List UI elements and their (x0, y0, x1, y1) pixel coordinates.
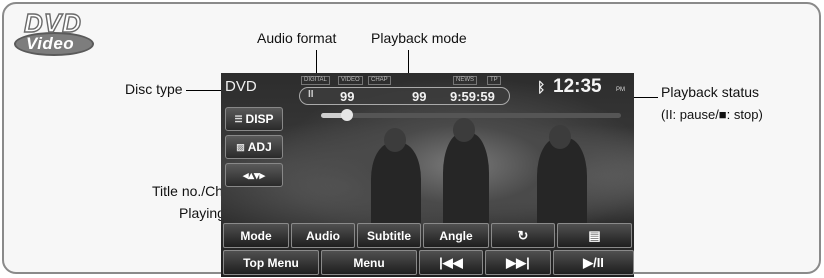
disc-type-line (186, 90, 226, 92)
dvd-video-logo: DVD Video (14, 7, 106, 58)
performer-head (384, 128, 406, 152)
move-arrows-icon: ◂▴▾▸ (242, 169, 266, 182)
next-button[interactable]: ▶▶| (485, 250, 551, 275)
play-pause-button[interactable]: ▶/II (553, 250, 634, 275)
clock: 12:35 (553, 76, 602, 97)
playback-status-indicator: II (308, 89, 314, 100)
move-button[interactable]: ◂▴▾▸ (225, 163, 283, 187)
disc-type: DVD (225, 78, 257, 95)
list-icon: ☰ (234, 113, 243, 124)
playing-time: 9:59:59 (450, 89, 495, 104)
playback-info: II 99 99 9:59:59 (299, 87, 510, 105)
bluetooth-icon: ᛒ (537, 79, 546, 95)
disp-label: DISP (245, 112, 274, 126)
repeat-button[interactable]: ↻ (491, 223, 555, 248)
performer-figure (537, 138, 587, 233)
tp-tag: TP (487, 76, 501, 85)
menu-button[interactable]: Menu (321, 250, 417, 275)
adj-label: ADJ (247, 140, 272, 154)
progress-knob[interactable] (341, 109, 353, 121)
performer-figure (371, 143, 421, 233)
playback-status-label: Playback status (661, 84, 760, 100)
news-tag: NEWS (453, 76, 477, 85)
disp-button[interactable]: ☰ DISP (225, 107, 283, 131)
playback-status-detail: (II: pause/■: stop) (661, 107, 763, 122)
top-menu-button[interactable]: Top Menu (223, 250, 319, 275)
adj-button[interactable]: ▨ ADJ (225, 135, 283, 159)
control-panel: Mode Audio Subtitle Angle ↻ ▤ Top Menu M… (221, 223, 634, 277)
mode-button[interactable]: Mode (223, 223, 289, 248)
menu-list-button[interactable]: ▤ (557, 223, 632, 248)
performer-head (453, 118, 475, 142)
disc-type-label: Disc type (125, 81, 183, 97)
status-bar: DVD DIGITAL VIDEO CHAP NEWS TP II 99 99 … (221, 73, 634, 111)
title-number: 99 (340, 89, 355, 104)
video-tag: VIDEO (338, 76, 363, 85)
performer-figure (443, 133, 489, 233)
menu-list-icon: ▤ (588, 227, 601, 243)
dvd-playback-screen: DVD DIGITAL VIDEO CHAP NEWS TP II 99 99 … (221, 73, 634, 277)
audio-button[interactable]: Audio (291, 223, 355, 248)
playback-mode-line (408, 50, 410, 74)
chapter-number: 99 (412, 89, 427, 104)
digital-tag: DIGITAL (301, 76, 330, 85)
performer-head (549, 125, 571, 149)
audio-format-line (316, 50, 318, 74)
picture-adjust-icon: ▨ (236, 141, 245, 152)
progress-bar[interactable] (321, 113, 621, 118)
angle-button[interactable]: Angle (423, 223, 489, 248)
audio-format-label: Audio format (257, 30, 337, 46)
logo-video-text: Video (26, 34, 75, 53)
repeat-icon: ↻ (517, 227, 529, 243)
chap-tag: CHAP (368, 76, 391, 85)
playback-mode-label: Playback mode (371, 30, 467, 46)
subtitle-button[interactable]: Subtitle (357, 223, 421, 248)
previous-button[interactable]: |◀◀ (419, 250, 483, 275)
clock-suffix: PM (616, 87, 625, 93)
